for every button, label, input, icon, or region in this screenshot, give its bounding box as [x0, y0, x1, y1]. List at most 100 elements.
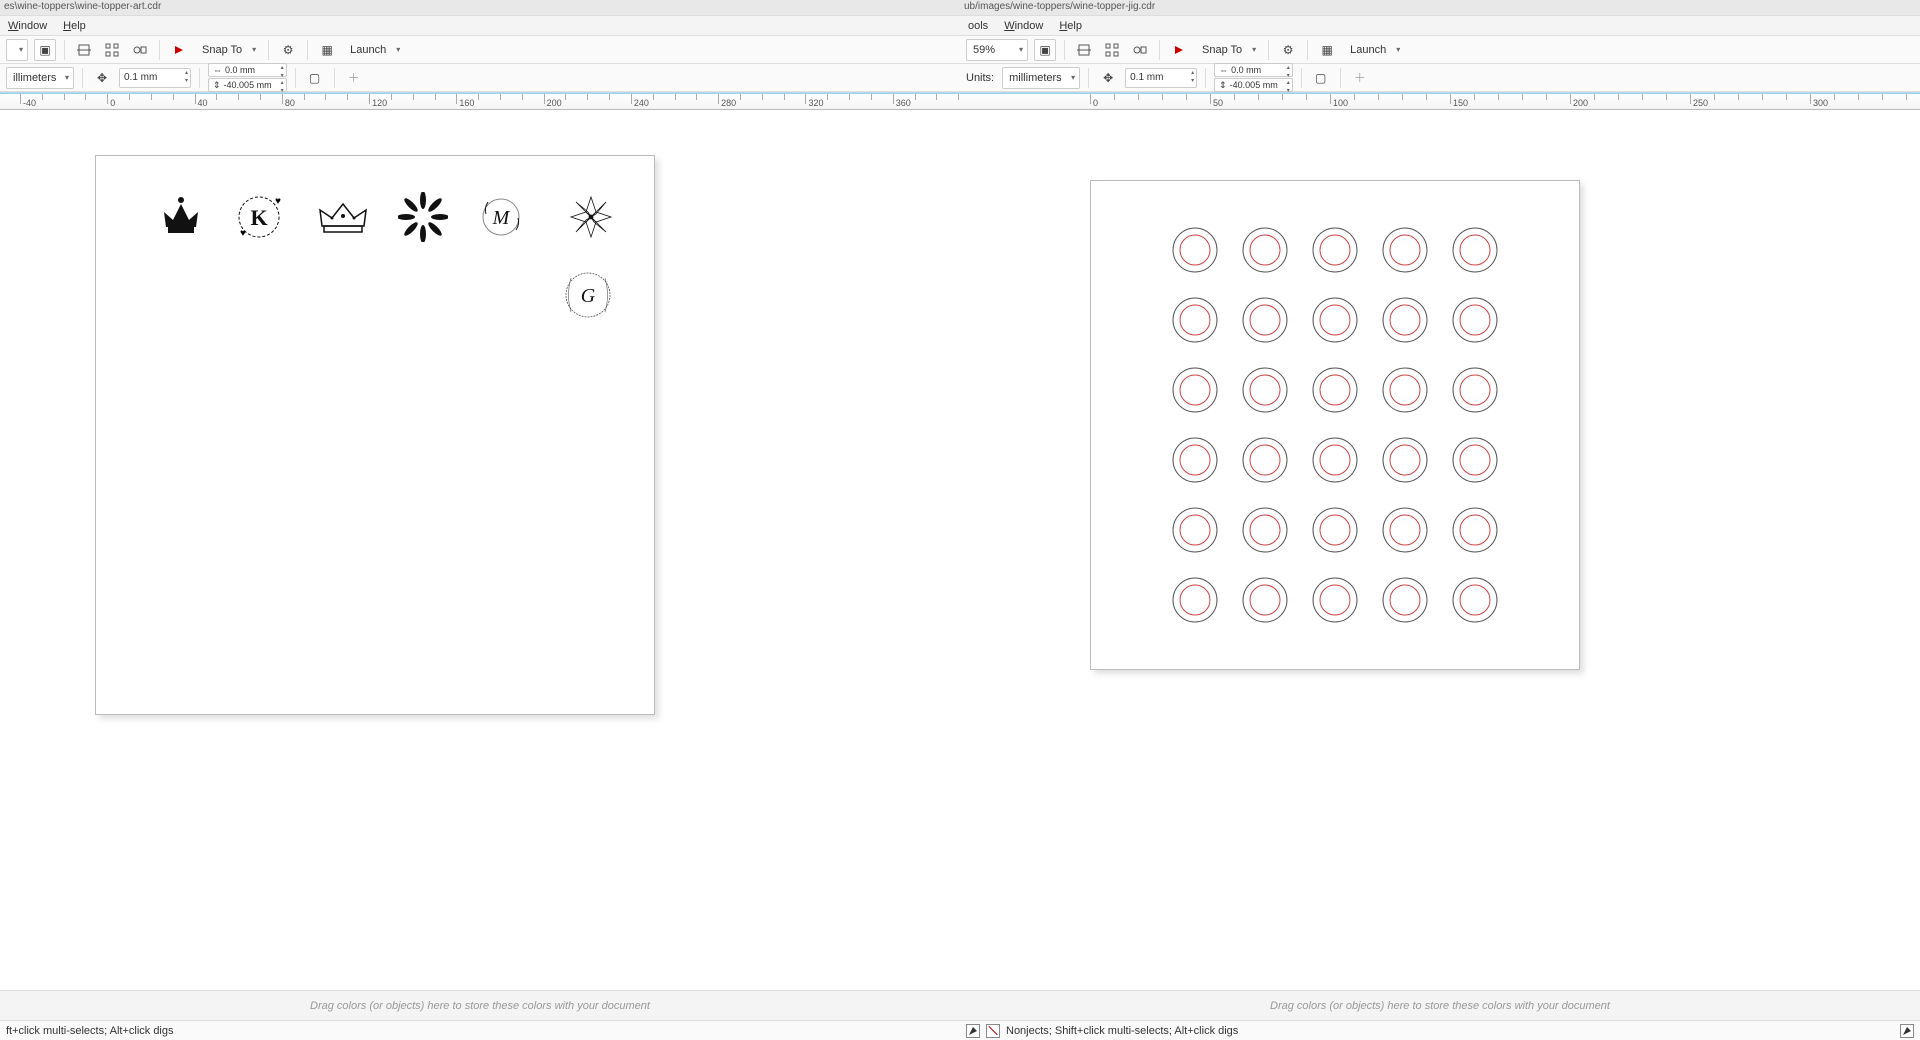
- units-dropdown[interactable]: illimeters: [6, 67, 74, 89]
- divider: [334, 68, 335, 88]
- jig-circle[interactable]: [1311, 436, 1359, 487]
- jig-circle[interactable]: [1381, 226, 1429, 277]
- dup-y-input[interactable]: ⇕-40.005 mm: [208, 78, 287, 92]
- art-daisy[interactable]: [398, 192, 448, 242]
- jig-grid: [1091, 181, 1579, 669]
- jig-circle[interactable]: [1241, 576, 1289, 627]
- jig-circle[interactable]: [1451, 506, 1499, 557]
- jig-circle[interactable]: [1311, 506, 1359, 557]
- jig-circle[interactable]: [1241, 436, 1289, 487]
- jig-circle[interactable]: [1381, 506, 1429, 557]
- dup-y-input[interactable]: ⇕-40.005 mm: [1214, 78, 1293, 92]
- treat-as-filled-icon[interactable]: ▢: [304, 67, 326, 89]
- units-dropdown[interactable]: millimeters: [1002, 67, 1080, 89]
- options-icon[interactable]: ⚙: [277, 39, 299, 61]
- jig-circle[interactable]: [1381, 366, 1429, 417]
- art-crown-2[interactable]: [316, 198, 370, 238]
- jig-circle[interactable]: [1381, 436, 1429, 487]
- art-monogram-g[interactable]: G: [561, 268, 615, 322]
- divider: [1088, 68, 1089, 88]
- zoom-dropdown[interactable]: 59%: [966, 39, 1028, 61]
- jig-circle[interactable]: [1451, 436, 1499, 487]
- nudge-icon: ✥: [91, 67, 113, 89]
- duplicate-offset-stack: ⇔0.0 mm ⇕-40.005 mm: [208, 63, 287, 92]
- canvas-area[interactable]: [960, 110, 1920, 990]
- nudge-input[interactable]: 0.1 mm: [119, 68, 191, 88]
- canvas-area[interactable]: K ♥ ♥: [0, 110, 960, 990]
- jig-circle[interactable]: [1451, 296, 1499, 347]
- zoom-fit-icon[interactable]: ▣: [34, 39, 56, 61]
- art-monogram-k[interactable]: K ♥ ♥: [234, 192, 284, 242]
- divider: [295, 68, 296, 88]
- jig-circle[interactable]: [1241, 506, 1289, 557]
- zoom-dropdown[interactable]: [6, 39, 28, 61]
- snap-grid-icon[interactable]: [1101, 39, 1123, 61]
- jig-circle[interactable]: [1171, 576, 1219, 627]
- zoom-fit-icon[interactable]: ▣: [1034, 39, 1056, 61]
- launch-dropdown[interactable]: Launch: [1344, 39, 1404, 61]
- options-icon[interactable]: ⚙: [1277, 39, 1299, 61]
- jig-circle[interactable]: [1451, 366, 1499, 417]
- snap-to-dropdown[interactable]: Snap To: [196, 39, 260, 61]
- divider: [1268, 40, 1269, 60]
- art-monogram-m[interactable]: M: [476, 192, 526, 242]
- jig-circle[interactable]: [1241, 296, 1289, 347]
- ruler-horizontal[interactable]: -4004080120160200240280320360: [0, 94, 960, 110]
- menu-help[interactable]: HHelpelp: [63, 20, 86, 32]
- add-plus-icon[interactable]: ＋: [1349, 67, 1371, 89]
- menu-window[interactable]: WindowWindow: [1004, 20, 1043, 32]
- jig-circle[interactable]: [1241, 366, 1289, 417]
- art-poinsettia[interactable]: [566, 192, 616, 242]
- toolbar-properties: Units: millimeters ✥ 0.1 mm ⇔0.0 mm ⇕-40…: [960, 64, 1920, 92]
- snap-toggle-icon[interactable]: [168, 39, 190, 61]
- palette-hint: Drag colors (or objects) here to store t…: [1270, 1000, 1610, 1012]
- dup-x-input[interactable]: ⇔0.0 mm: [1214, 63, 1293, 77]
- launch-icon[interactable]: ▦: [1316, 39, 1338, 61]
- snap-objects-icon[interactable]: [1129, 39, 1151, 61]
- jig-circle[interactable]: [1451, 576, 1499, 627]
- svg-text:M: M: [492, 207, 511, 229]
- snap-guides-icon[interactable]: [1073, 39, 1095, 61]
- fill-swatch-icon[interactable]: [966, 1024, 980, 1038]
- jig-circle[interactable]: [1241, 226, 1289, 277]
- add-plus-icon[interactable]: ＋: [343, 67, 365, 89]
- treat-as-filled-icon[interactable]: ▢: [1310, 67, 1332, 89]
- title-text: ub/images/wine-toppers/wine-topper-jig.c…: [964, 1, 1155, 12]
- snap-grid-icon[interactable]: [101, 39, 123, 61]
- launch-icon[interactable]: ▦: [316, 39, 338, 61]
- jig-circle[interactable]: [1171, 296, 1219, 347]
- jig-circle[interactable]: [1171, 366, 1219, 417]
- color-palette-dock[interactable]: Drag colors (or objects) here to store t…: [0, 990, 960, 1020]
- jig-circle[interactable]: [1451, 226, 1499, 277]
- color-palette-dock[interactable]: Drag colors (or objects) here to store t…: [960, 990, 1920, 1020]
- jig-circle[interactable]: [1311, 366, 1359, 417]
- jig-circle[interactable]: [1311, 296, 1359, 347]
- jig-circle[interactable]: [1171, 506, 1219, 557]
- svg-text:♥: ♥: [275, 196, 281, 207]
- snap-to-dropdown[interactable]: Snap To: [1196, 39, 1260, 61]
- color-eyedropper-icon[interactable]: [1900, 1024, 1914, 1038]
- art-crown-1[interactable]: [156, 192, 206, 242]
- menu-bar[interactable]: ools WindowWindow HelpHelp: [960, 16, 1920, 36]
- divider: [1159, 40, 1160, 60]
- outline-swatch-icon[interactable]: [986, 1024, 1000, 1038]
- menu-window[interactable]: WWindowindow: [8, 20, 47, 32]
- jig-circle[interactable]: [1381, 576, 1429, 627]
- menu-help[interactable]: HelpHelp: [1059, 20, 1082, 32]
- window-left: es\wine-toppers\wine-topper-art.cdr WWin…: [0, 0, 960, 1040]
- jig-circle[interactable]: [1171, 436, 1219, 487]
- launch-dropdown[interactable]: Launch: [344, 39, 404, 61]
- dup-x-input[interactable]: ⇔0.0 mm: [208, 63, 287, 77]
- menu-bar[interactable]: WWindowindow HHelpelp: [0, 16, 960, 36]
- toolbar-properties: illimeters ✥ 0.1 mm ⇔0.0 mm ⇕-40.005 mm …: [0, 64, 960, 92]
- snap-objects-icon[interactable]: [129, 39, 151, 61]
- jig-circle[interactable]: [1311, 576, 1359, 627]
- jig-circle[interactable]: [1311, 226, 1359, 277]
- snap-toggle-icon[interactable]: [1168, 39, 1190, 61]
- nudge-input[interactable]: 0.1 mm: [1125, 68, 1197, 88]
- jig-circle[interactable]: [1381, 296, 1429, 347]
- jig-circle[interactable]: [1171, 226, 1219, 277]
- menu-tools[interactable]: ools: [968, 20, 988, 32]
- ruler-horizontal[interactable]: 050100150200250300350: [960, 94, 1920, 110]
- snap-guides-icon[interactable]: [73, 39, 95, 61]
